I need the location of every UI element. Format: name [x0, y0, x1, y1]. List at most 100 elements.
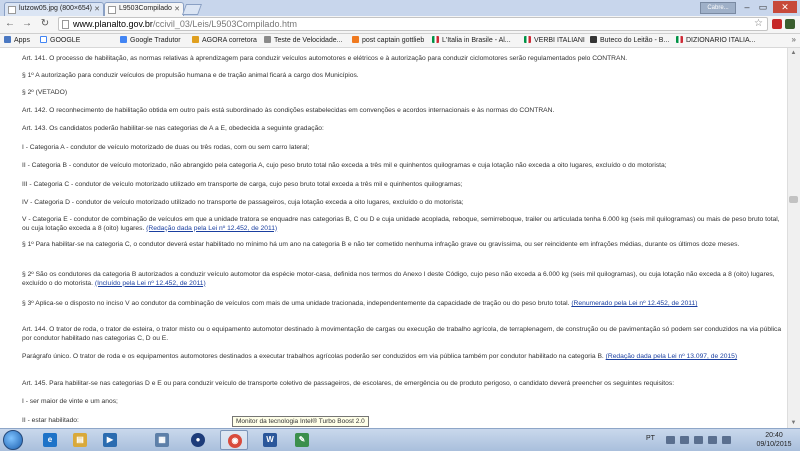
bookmark-post-captain[interactable]: post captain gottlieb [352, 36, 424, 45]
star-icon [590, 36, 597, 43]
law-paragraph: § 1º A autorização para conduzir veículo… [22, 72, 359, 79]
law-paragraph: III - Categoria C - condutor de veículo … [22, 181, 463, 188]
word-icon: W [263, 433, 277, 447]
scrollbar-thumb[interactable] [789, 196, 798, 203]
extension-icon[interactable] [785, 19, 795, 29]
browser-toolbar: ← → ↻ www.planalto.gov.br/ccivil_03/Leis… [0, 16, 800, 34]
bookmark-italia-brasile[interactable]: L'Italia in Brasile - Al... [432, 36, 511, 45]
tab-title: lutzow05.jpg (800×654) [19, 5, 92, 12]
back-arrow-icon[interactable]: ← [3, 17, 17, 31]
bookmark-buteco[interactable]: Buteco do Leitão - B... [590, 36, 669, 45]
bookmark-dizionario[interactable]: DIZIONARIO ITALIA... [676, 36, 756, 45]
network-icon[interactable] [694, 436, 703, 444]
scroll-up-icon[interactable]: ▲ [787, 48, 800, 58]
taskbar-internet-explorer[interactable]: e [36, 430, 64, 450]
power-icon[interactable] [708, 436, 717, 444]
clock-date: 09/10/2015 [756, 441, 792, 448]
law-paragraph: Art. 144. O trator de roda, o trator de … [22, 326, 782, 342]
folder-icon: ▤ [73, 433, 87, 447]
italy-flag-icon [524, 36, 531, 43]
law-paragraph: Art. 141. O processo de habilitação, as … [22, 55, 628, 62]
new-tab-button[interactable] [181, 4, 203, 15]
law-paragraph: Parágrafo único. O trator de roda e os e… [22, 353, 738, 360]
google-translate-icon [120, 36, 127, 43]
clock-time: 20:40 [765, 432, 783, 439]
bookmark-google[interactable]: GOOGLE [40, 36, 80, 45]
italy-flag-icon [676, 36, 683, 43]
page-icon [108, 6, 116, 14]
volume-icon[interactable] [722, 436, 731, 444]
blogger-icon [352, 36, 359, 43]
law-paragraph: § 2º (VETADO) [22, 89, 68, 96]
redacao-link[interactable]: (Redação dada pela Lei nº 12.452, de 201… [146, 225, 277, 232]
taskbar-word[interactable]: W [256, 430, 284, 450]
law-paragraph: Art. 143. Os candidatos poderão habilita… [22, 125, 324, 132]
forward-arrow-icon[interactable]: → [20, 17, 34, 31]
apps-grid-icon [4, 36, 11, 43]
incluido-link[interactable]: (Incluído pela Lei nº 12.452, de 2011) [95, 280, 206, 287]
user-profile-button[interactable]: Cabre... [700, 2, 736, 14]
taskbar-dtc-app[interactable]: ● [184, 430, 212, 450]
page-content: Art. 141. O processo de habilitação, as … [0, 48, 787, 428]
page-info-icon[interactable] [62, 20, 69, 29]
bookmark-star-icon[interactable]: ☆ [754, 18, 763, 30]
reload-icon[interactable]: ↻ [38, 17, 52, 31]
agora-icon [192, 36, 199, 43]
vertical-scrollbar[interactable] [787, 48, 800, 428]
input-language[interactable]: PT [646, 435, 655, 442]
tab-lutzow[interactable]: lutzow05.jpg (800×654) ✕ [4, 2, 104, 16]
bookmarks-bar: Apps GOOGLE Google Tradutor AGORA corret… [0, 34, 800, 48]
extension-icon[interactable] [772, 19, 782, 29]
law-paragraph: Art. 145. Para habilitar-se nas categori… [22, 380, 675, 387]
address-bar[interactable]: www.planalto.gov.br/ccivil_03/Leis/L9503… [58, 17, 768, 31]
bookmark-verbi-italiani[interactable]: VERBI ITALIANI [524, 36, 585, 45]
url-host: www.planalto.gov.br [73, 19, 153, 29]
scroll-down-icon[interactable]: ▼ [787, 418, 800, 428]
taskbar-photo-viewer[interactable]: ▦ [148, 430, 176, 450]
speedtest-icon [264, 36, 271, 43]
image-icon [8, 6, 16, 14]
paint-icon: ✎ [295, 433, 309, 447]
tray-tooltip: Monitor da tecnologia Intel® Turbo Boost… [232, 416, 369, 427]
law-paragraph: I - Categoria A - condutor de veículo mo… [22, 144, 310, 151]
tab-strip: lutzow05.jpg (800×654) ✕ L9503Compilado … [0, 0, 800, 16]
close-window-icon[interactable]: ✕ [773, 1, 797, 13]
law-paragraph: II - estar habilitado: [22, 417, 79, 424]
taskbar: e ▤ ▶ ▦ ● ◉ W ✎ PT 20:40 09/10/2015 [0, 428, 800, 451]
law-paragraph: IV - Categoria D - condutor de veículo m… [22, 199, 464, 206]
law-paragraph: II - Categoria B - condutor de veículo m… [22, 162, 667, 169]
taskbar-chrome[interactable]: ◉ [220, 430, 248, 450]
close-tab-icon[interactable]: ✕ [174, 5, 180, 13]
start-button[interactable] [3, 430, 23, 450]
law-paragraph: § 2º São os condutores da categoria B au… [22, 271, 775, 287]
media-player-icon: ▶ [103, 433, 117, 447]
renumerado-link[interactable]: (Renumerado pela Lei nº 12.452, de 2011) [571, 300, 697, 307]
redacao-link[interactable]: (Redação dada pela Lei nº 13.097, de 201… [606, 353, 737, 360]
bookmark-speedtest[interactable]: Teste de Velocidade... [264, 36, 343, 45]
taskbar-file-explorer[interactable]: ▤ [66, 430, 94, 450]
maximize-icon[interactable]: ▭ [754, 1, 772, 13]
google-icon [40, 36, 47, 43]
close-tab-icon[interactable]: ✕ [94, 5, 100, 13]
bookmark-google-tradutor[interactable]: Google Tradutor [120, 36, 181, 45]
more-bookmarks-icon[interactable]: » [792, 35, 796, 44]
tray-show-hidden-icon[interactable] [666, 436, 675, 444]
law-paragraph: § 3º Aplica-se o disposto no inciso V ao… [22, 300, 698, 307]
internet-explorer-icon: e [43, 433, 57, 447]
taskbar-media-player[interactable]: ▶ [96, 430, 124, 450]
tab-l9503[interactable]: L9503Compilado ✕ [104, 2, 184, 16]
bookmark-apps[interactable]: Apps [4, 36, 30, 45]
law-paragraph: I - ser maior de vinte e um anos; [22, 398, 118, 405]
law-paragraph: V - Categoria E - condutor de combinação… [22, 216, 780, 232]
law-paragraph: § 1º Para habilitar-se na categoria C, o… [22, 241, 740, 248]
flag-icon[interactable] [680, 436, 689, 444]
taskbar-paint[interactable]: ✎ [288, 430, 316, 450]
url-path: /ccivil_03/Leis/L9503Compilado.htm [152, 19, 297, 29]
dtc-app-icon: ● [191, 433, 205, 447]
minimize-icon[interactable]: – [740, 1, 754, 13]
chrome-icon: ◉ [228, 434, 242, 448]
tab-title: L9503Compilado [119, 5, 172, 12]
law-paragraph: Art. 142. O reconhecimento de habilitaçã… [22, 107, 555, 114]
bookmark-agora[interactable]: AGORA corretora [192, 36, 257, 45]
system-clock[interactable]: 20:40 09/10/2015 [752, 431, 796, 449]
